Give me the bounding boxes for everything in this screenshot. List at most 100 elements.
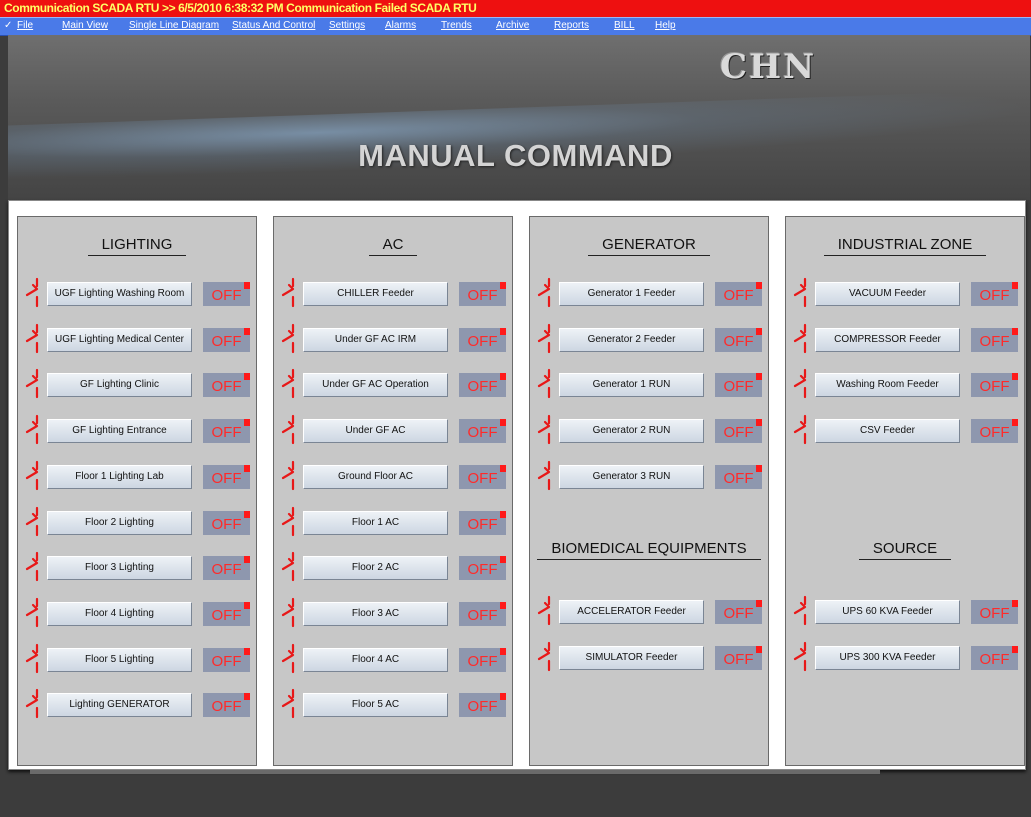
gf-lighting-clinic-button[interactable]: GF Lighting Clinic [47, 373, 192, 397]
generator-2-feeder-button[interactable]: Generator 2 Feeder [559, 328, 704, 352]
ugf-lighting-washing-room-button[interactable]: UGF Lighting Washing Room [47, 282, 192, 306]
menu-file[interactable]: File [17, 20, 33, 31]
command-row-floor-4-ac: Floor 4 AC OFF [273, 643, 513, 675]
status-indicator: OFF [203, 602, 250, 626]
breaker-switch-icon[interactable] [792, 277, 808, 309]
breaker-switch-icon[interactable] [536, 277, 552, 309]
title-bar: Communication SCADA RTU >> 6/5/2010 6:38… [0, 0, 1031, 18]
breaker-switch-icon[interactable] [280, 414, 296, 446]
breaker-switch-icon[interactable] [280, 597, 296, 629]
washing-room-feeder-button[interactable]: Washing Room Feeder [815, 373, 960, 397]
breaker-switch-icon[interactable] [792, 368, 808, 400]
status-text: OFF [467, 378, 498, 395]
breaker-switch-icon[interactable] [792, 323, 808, 355]
menu-archive[interactable]: Archive [496, 20, 529, 31]
under-gf-ac-irm-button[interactable]: Under GF AC IRM [303, 328, 448, 352]
csv-feeder-button[interactable]: CSV Feeder [815, 419, 960, 443]
red-indicator-icon [756, 373, 762, 380]
red-indicator-icon [1012, 646, 1018, 653]
ugf-lighting-medical-center-button[interactable]: UGF Lighting Medical Center [47, 328, 192, 352]
ground-floor-ac-button[interactable]: Ground Floor AC [303, 465, 448, 489]
breaker-switch-icon[interactable] [24, 643, 40, 675]
status-text: OFF [979, 651, 1010, 668]
breaker-switch-icon[interactable] [536, 323, 552, 355]
floor-3-lighting-button[interactable]: Floor 3 Lighting [47, 556, 192, 580]
accelerator-feeder-button[interactable]: ACCELERATOR Feeder [559, 600, 704, 624]
breaker-switch-icon[interactable] [536, 460, 552, 492]
floor-2-lighting-button[interactable]: Floor 2 Lighting [47, 511, 192, 535]
breaker-switch-icon[interactable] [536, 414, 552, 446]
menu-alarms[interactable]: Alarms [385, 20, 416, 31]
floor-1-ac-button[interactable]: Floor 1 AC [303, 511, 448, 535]
menu-reports[interactable]: Reports [554, 20, 589, 31]
under-gf-ac-button[interactable]: Under GF AC [303, 419, 448, 443]
red-indicator-icon [500, 373, 506, 380]
breaker-switch-icon[interactable] [280, 551, 296, 583]
menu-settings[interactable]: Settings [329, 20, 365, 31]
floor-3-ac-button[interactable]: Floor 3 AC [303, 602, 448, 626]
breaker-switch-icon[interactable] [792, 595, 808, 627]
breaker-switch-icon[interactable] [280, 368, 296, 400]
status-text: OFF [211, 424, 242, 441]
ups-60-kva-feeder-button[interactable]: UPS 60 KVA Feeder [815, 600, 960, 624]
menu-help[interactable]: Help [655, 20, 676, 31]
menu-main-view[interactable]: Main View [62, 20, 108, 31]
status-indicator: OFF [715, 282, 762, 306]
breaker-switch-icon[interactable] [280, 643, 296, 675]
status-text: OFF [723, 605, 754, 622]
status-indicator: OFF [459, 373, 506, 397]
simulator-feeder-button[interactable]: SIMULATOR Feeder [559, 646, 704, 670]
status-indicator: OFF [971, 600, 1018, 624]
generator-3-run-button[interactable]: Generator 3 RUN [559, 465, 704, 489]
floor-4-lighting-button[interactable]: Floor 4 Lighting [47, 602, 192, 626]
status-text: OFF [467, 607, 498, 624]
breaker-switch-icon[interactable] [280, 277, 296, 309]
gf-lighting-entrance-button[interactable]: GF Lighting Entrance [47, 419, 192, 443]
breaker-switch-icon[interactable] [280, 688, 296, 720]
ups-300-kva-feeder-button[interactable]: UPS 300 KVA Feeder [815, 646, 960, 670]
breaker-switch-icon[interactable] [24, 277, 40, 309]
generator-1-feeder-button[interactable]: Generator 1 Feeder [559, 282, 704, 306]
compressor-feeder-button[interactable]: COMPRESSOR Feeder [815, 328, 960, 352]
floor-2-ac-button[interactable]: Floor 2 AC [303, 556, 448, 580]
breaker-switch-icon[interactable] [24, 414, 40, 446]
menu-single-line-diagram[interactable]: Single Line Diagram [129, 20, 219, 31]
breaker-switch-icon[interactable] [24, 551, 40, 583]
breaker-switch-icon[interactable] [280, 323, 296, 355]
breaker-switch-icon[interactable] [536, 368, 552, 400]
breaker-switch-icon[interactable] [24, 368, 40, 400]
breaker-switch-icon[interactable] [792, 414, 808, 446]
red-indicator-icon [500, 328, 506, 335]
chiller-feeder-button[interactable]: CHILLER Feeder [303, 282, 448, 306]
status-text: OFF [467, 561, 498, 578]
status-text: OFF [723, 378, 754, 395]
menu-bill[interactable]: BILL [614, 20, 635, 31]
status-text: OFF [211, 653, 242, 670]
floor-4-ac-button[interactable]: Floor 4 AC [303, 648, 448, 672]
lighting-generator-button[interactable]: Lighting GENERATOR [47, 693, 192, 717]
menu-trends[interactable]: Trends [441, 20, 472, 31]
breaker-switch-icon[interactable] [280, 460, 296, 492]
red-indicator-icon [756, 282, 762, 289]
breaker-switch-icon[interactable] [792, 641, 808, 673]
breaker-switch-icon[interactable] [24, 323, 40, 355]
breaker-switch-icon[interactable] [280, 506, 296, 538]
vacuum-feeder-button[interactable]: VACUUM Feeder [815, 282, 960, 306]
breaker-switch-icon[interactable] [536, 641, 552, 673]
floor-5-lighting-button[interactable]: Floor 5 Lighting [47, 648, 192, 672]
generator-2-run-button[interactable]: Generator 2 RUN [559, 419, 704, 443]
under-gf-ac-operation-button[interactable]: Under GF AC Operation [303, 373, 448, 397]
breaker-switch-icon[interactable] [24, 460, 40, 492]
breaker-switch-icon[interactable] [24, 506, 40, 538]
menu-status-and-control[interactable]: Status And Control [232, 20, 315, 31]
generator-1-run-button[interactable]: Generator 1 RUN [559, 373, 704, 397]
breaker-switch-icon[interactable] [24, 597, 40, 629]
status-indicator: OFF [715, 646, 762, 670]
breaker-switch-icon[interactable] [536, 595, 552, 627]
red-indicator-icon [1012, 419, 1018, 426]
section-title-generator: GENERATOR [529, 236, 769, 256]
red-indicator-icon [500, 511, 506, 518]
breaker-switch-icon[interactable] [24, 688, 40, 720]
floor-1-lighting-lab-button[interactable]: Floor 1 Lighting Lab [47, 465, 192, 489]
floor-5-ac-button[interactable]: Floor 5 AC [303, 693, 448, 717]
